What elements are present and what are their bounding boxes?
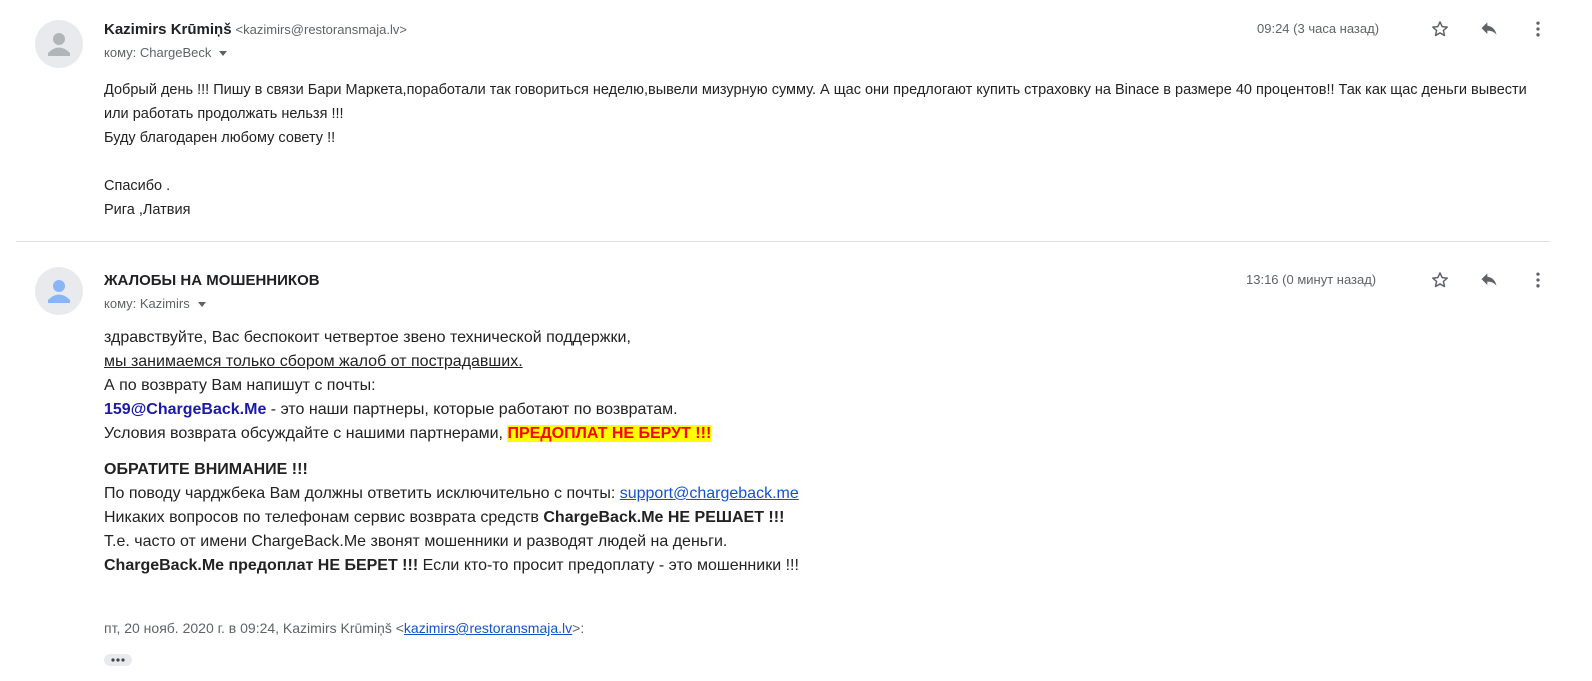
body-text: Никаких вопросов по телефонам сервис воз…: [104, 509, 544, 526]
quote-email-link[interactable]: kazimirs@restoransmaja.lv: [404, 620, 572, 636]
ellipsis-icon: [111, 658, 125, 662]
bold-text: ChargeBack.Me предоплат НЕ БЕРЕТ !!!: [104, 557, 419, 574]
star-icon[interactable]: [1428, 268, 1452, 292]
recipient-label: кому: ChargeBeck: [104, 45, 212, 60]
body-text: По поводу чарджбека Вам должны ответить …: [104, 485, 620, 502]
message-body: здравствуйте, Вас беспокоит четвертое зв…: [104, 326, 1304, 578]
body-text: Условия возврата обсуждайте с нашими пар…: [104, 425, 508, 442]
chevron-down-icon[interactable]: [197, 302, 206, 308]
sender-name: Kazimirs Krūmiņš: [104, 21, 232, 38]
recipient-label: кому: Kazimirs: [104, 296, 190, 311]
body-line: Буду благодарен любому совету !!: [104, 130, 336, 146]
body-line: Спасибо .: [104, 178, 171, 194]
bold-text: ChargeBack.Me НЕ РЕШАЕТ !!!: [543, 509, 785, 526]
sender-email: <kazimirs@restoransmaja.lv>: [235, 22, 407, 37]
message-time: 09:24 (3 часа назад): [1257, 21, 1380, 36]
body-line: ChargeBack.Me предоплат НЕ БЕРЕТ !!! Есл…: [104, 554, 1304, 578]
sender[interactable]: Kazimirs Krūmiņš <kazimirs@restoransmaja.…: [104, 21, 407, 38]
body-line: Т.е. часто от имени ChargeBack.Me звонят…: [104, 533, 728, 550]
highlight-text: ПРЕДОПЛАТ НЕ БЕРУТ !!!: [507, 425, 712, 442]
body-line: По поводу чарджбека Вам должны ответить …: [104, 482, 1304, 506]
reply-icon[interactable]: [1477, 268, 1501, 292]
body-line: 159@ChargeBack.Me - это наши партнеры, к…: [104, 398, 1304, 422]
divider: [16, 241, 1550, 242]
body-line: здравствуйте, Вас беспокоит четвертое зв…: [104, 329, 631, 346]
body-line: Рига ,Латвия: [104, 202, 191, 218]
message-body: Добрый день !!! Пишу в связи Бари Маркет…: [104, 78, 1534, 222]
body-line: мы занимаемся только сбором жалоб от пос…: [104, 353, 523, 370]
show-trimmed-content-button[interactable]: [104, 654, 132, 666]
recipient-details[interactable]: кому: Kazimirs: [104, 296, 206, 311]
body-line: Никаких вопросов по телефонам сервис воз…: [104, 506, 1304, 530]
person-icon[interactable]: [35, 267, 83, 315]
body-line: [104, 150, 1534, 174]
more-vert-icon[interactable]: [1526, 17, 1550, 41]
reply-icon[interactable]: [1477, 17, 1501, 41]
quote-text: пт, 20 нояб. 2020 г. в 09:24, Kazimirs K…: [104, 620, 404, 636]
body-line: ОБРАТИТЕ ВНИМАНИЕ !!!: [104, 461, 308, 478]
message-1: Kazimirs Krūmiņš <kazimirs@restoransmaja.…: [0, 0, 1592, 246]
quote-text: >:: [572, 620, 585, 636]
body-text: Если кто-то просит предоплату - это моше…: [418, 557, 799, 574]
person-icon[interactable]: [35, 20, 83, 68]
message-time: 13:16 (0 минут назад): [1246, 272, 1377, 287]
body-line: А по возврату Вам напишут с почты:: [104, 377, 376, 394]
chevron-down-icon[interactable]: [219, 51, 228, 57]
more-vert-icon[interactable]: [1526, 268, 1550, 292]
sender-name[interactable]: ЖАЛОБЫ НА МОШЕННИКОВ: [104, 272, 320, 289]
body-line: Условия возврата обсуждайте с нашими пар…: [104, 422, 1304, 446]
recipient-details[interactable]: кому: ChargeBeck: [104, 45, 228, 60]
star-icon[interactable]: [1428, 17, 1452, 41]
partner-email[interactable]: 159@ChargeBack.Me: [104, 401, 266, 418]
support-email-link[interactable]: support@chargeback.me: [620, 485, 799, 502]
body-text: - это наши партнеры, которые работают по…: [266, 401, 678, 418]
quote-attribution: пт, 20 нояб. 2020 г. в 09:24, Kazimirs K…: [104, 620, 584, 636]
body-line: Добрый день !!! Пишу в связи Бари Маркет…: [104, 82, 1527, 122]
